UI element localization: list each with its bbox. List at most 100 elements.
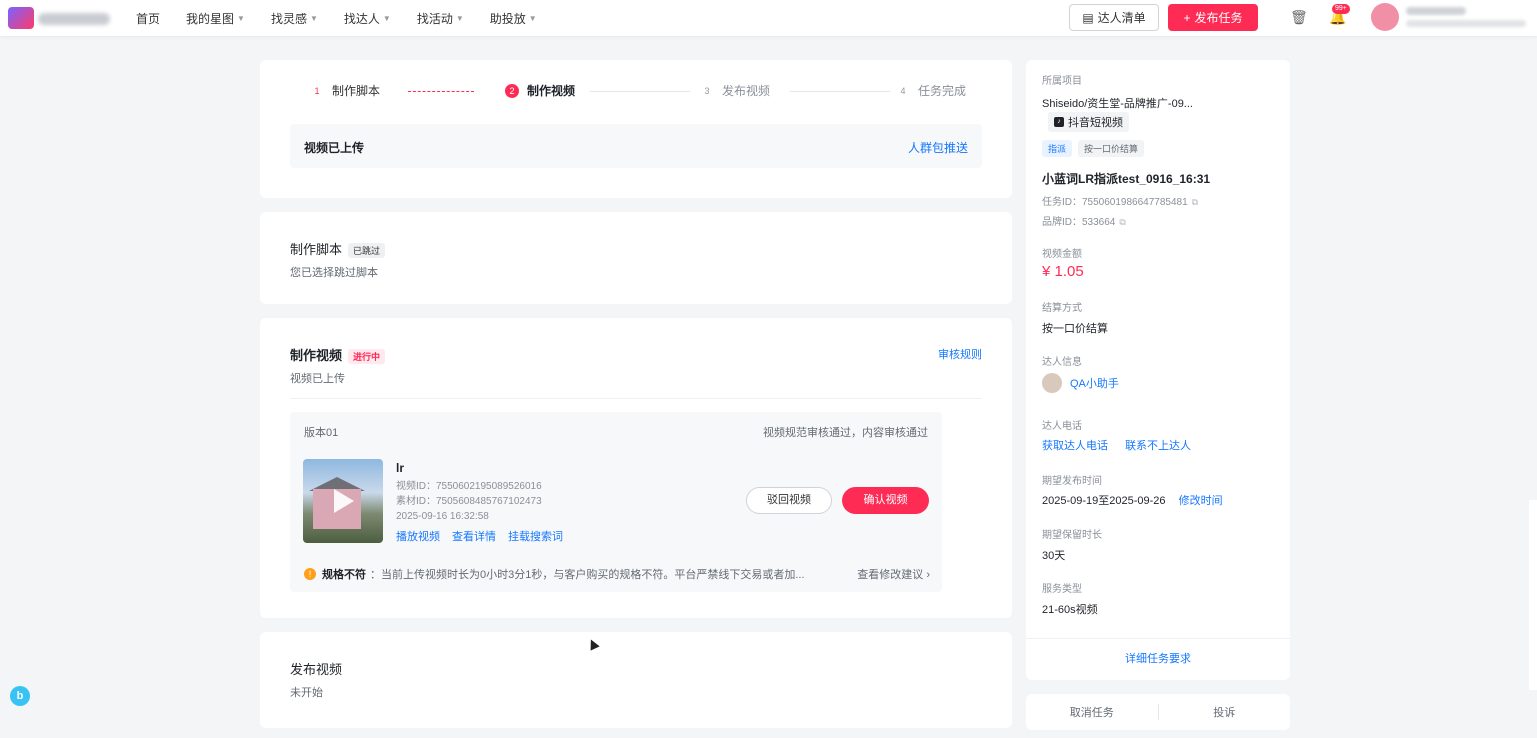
video-section-title: 制作视频 进行中 (290, 345, 386, 365)
complain-button[interactable]: 投诉 (1159, 704, 1291, 720)
settle-label: 结算方式 (1042, 303, 1082, 314)
chevron-down-icon: ▼ (237, 13, 245, 23)
notification-badge: 99+ (1332, 4, 1350, 14)
task-info-panel: 所属项目 Shiseido/资生堂-品牌推广-09... ♪ 抖音短视频 指派 … (1026, 60, 1290, 680)
assign-chip: 指派 (1042, 140, 1073, 157)
project-name: Shiseido/资生堂-品牌推广-09... (1042, 98, 1193, 110)
step-connector (408, 91, 474, 92)
main-nav: 首页 我的星图 ▼ 找灵感 ▼ 找达人 ▼ 找活动 ▼ 助投放 ▼ (136, 0, 563, 36)
task-steps-card: 1 制作脚本 2 制作视频 3 发布视频 4 任务完成 视频已上传 人群包推送 (260, 60, 1012, 198)
warning-icon: ! (304, 568, 316, 580)
brand-id: 品牌ID：533664 ⧉ (1042, 217, 1126, 228)
phone-actions: 获取达人电话 联系不上达人 (1042, 437, 1191, 453)
chevron-down-icon: ▼ (528, 13, 537, 23)
publish-time: 2025-09-19至2025-09-26 修改时间 (1042, 495, 1223, 507)
trash-icon[interactable]: 🗑 (1290, 9, 1308, 25)
get-phone-link[interactable]: 获取达人电话 (1042, 440, 1108, 452)
material-id: 素材ID：7505608485767102473 (396, 496, 542, 507)
attach-search-term-link[interactable]: 挂载搜索词 (508, 528, 563, 544)
cancel-task-button[interactable]: 取消任务 (1026, 704, 1158, 720)
logo-mark (8, 7, 34, 29)
nav-find-creators[interactable]: 找达人 ▼ (344, 10, 391, 27)
kol-label: 达人信息 (1042, 357, 1082, 368)
project-label: 所属项目 (1042, 76, 1082, 87)
nav-find-activities[interactable]: 找活动 ▼ (417, 10, 464, 27)
spec-warning: ! 规格不符 ：当前上传视频时长为0小时3分1秒，与客户购买的规格不符。平台严禁… (304, 566, 930, 582)
user-avatar[interactable] (1371, 3, 1399, 31)
chevron-down-icon: ▼ (382, 13, 391, 23)
view-details-link[interactable]: 查看详情 (452, 528, 496, 544)
review-rules-link[interactable]: 审核规则 (938, 346, 982, 362)
skipped-badge: 已跳过 (348, 243, 386, 259)
video-section-subtitle: 视频已上传 (290, 373, 345, 385)
play-icon (334, 489, 354, 513)
keep-label: 期望保留时长 (1042, 530, 1102, 541)
step-video: 2 制作视频 (505, 82, 575, 99)
step-publish: 3 发布视频 (704, 84, 771, 98)
divider (290, 398, 982, 399)
script-section-title: 制作脚本 已跳过 (290, 239, 386, 259)
kol-info[interactable]: QA小助手 (1042, 373, 1119, 393)
video-section-card: 制作视频 进行中 审核规则 视频已上传 版本01 视频规范审核通过，内容审核通过 … (260, 318, 1012, 618)
video-info: lr 视频ID：7550602195089526016 素材ID：7505608… (396, 461, 563, 544)
task-id: 任务ID：7550601986647785481 ⧉ (1042, 197, 1199, 208)
play-video-link[interactable]: 播放视频 (396, 528, 440, 544)
amount-label: 视频金额 (1042, 249, 1082, 260)
settle-value: 按一口价结算 (1042, 323, 1108, 335)
assistant-float-icon[interactable]: b (10, 686, 30, 706)
service-label: 服务类型 (1042, 584, 1082, 595)
avatar (1042, 373, 1062, 393)
video-version-box: 版本01 视频规范审核通过，内容审核通过 lr 视频ID：75506021950… (290, 412, 942, 592)
task-chips: 指派 按一口价结算 (1042, 140, 1145, 157)
video-title: lr (396, 461, 405, 475)
publish-section-card: 发布视频 未开始 (260, 632, 1012, 728)
step-complete: 4 任务完成 (900, 84, 967, 98)
nav-home[interactable]: 首页 (136, 10, 160, 27)
publish-section-subtitle: 未开始 (290, 687, 323, 699)
user-org-blurred (1406, 20, 1526, 27)
view-suggestion-link[interactable]: 查看修改建议 › (857, 566, 930, 582)
version-name: 版本01 (304, 427, 339, 439)
audience-push-link[interactable]: 人群包推送 (908, 139, 968, 156)
platform-tag: ♪ 抖音短视频 (1048, 112, 1129, 132)
nav-ad-assist[interactable]: 助投放 ▼ (490, 10, 537, 27)
copy-icon[interactable]: ⧉ (1192, 197, 1198, 207)
task-name: 小蓝词LR指派test_0916_16:31 (1042, 172, 1211, 186)
task-bottom-actions: 取消任务 投诉 (1026, 694, 1290, 730)
video-thumbnail[interactable] (303, 459, 383, 543)
service-value: 21-60s视频 (1042, 604, 1098, 616)
unreachable-link[interactable]: 联系不上达人 (1125, 440, 1191, 452)
keep-value: 30天 (1042, 550, 1066, 562)
creator-list-button[interactable]: ▤ 达人清单 (1069, 4, 1159, 31)
step-connector (790, 91, 890, 92)
video-links: 播放视频 查看详情 挂载搜索词 (396, 528, 563, 544)
chevron-down-icon: ▼ (309, 13, 318, 23)
plus-icon: + (1183, 10, 1191, 25)
publish-task-button[interactable]: + 发布任务 (1168, 4, 1258, 31)
copy-icon[interactable]: ⧉ (1119, 217, 1125, 227)
step-connector (590, 91, 690, 92)
app-logo[interactable] (8, 7, 112, 29)
settle-chip: 按一口价结算 (1078, 140, 1145, 157)
upload-time: 2025-09-16 16:32:58 (396, 511, 489, 522)
logo-text-blurred (38, 13, 110, 25)
publish-section-title: 发布视频 (290, 662, 343, 677)
divider (1026, 638, 1290, 639)
modify-time-link[interactable]: 修改时间 (1179, 495, 1223, 507)
script-section-card: 制作脚本 已跳过 您已选择跳过脚本 (260, 212, 1012, 304)
top-navigation-bar: 首页 我的星图 ▼ 找灵感 ▼ 找达人 ▼ 找活动 ▼ 助投放 ▼ ▤ 达人清单 + 发布… (0, 0, 1537, 36)
nav-inspiration[interactable]: 找灵感 ▼ (271, 10, 318, 27)
review-status: 视频规范审核通过，内容审核通过 (763, 427, 928, 439)
chevron-down-icon: ▼ (455, 13, 464, 23)
task-detail-link[interactable]: 详细任务要求 (1026, 650, 1290, 666)
publish-time-label: 期望发布时间 (1042, 476, 1102, 487)
video-uploaded-bar: 视频已上传 人群包推送 (290, 124, 982, 168)
reject-video-button[interactable]: 驳回视频 (746, 487, 832, 514)
video-id: 视频ID：7550602195089526016 (396, 481, 542, 492)
phone-label: 达人电话 (1042, 421, 1082, 432)
in-progress-badge: 进行中 (348, 349, 386, 365)
user-name-blurred (1406, 7, 1466, 15)
nav-my-xingtu[interactable]: 我的星图 ▼ (186, 10, 245, 27)
confirm-video-button[interactable]: 确认视频 (842, 487, 929, 514)
video-amount: ¥ 1.05 (1042, 263, 1084, 280)
